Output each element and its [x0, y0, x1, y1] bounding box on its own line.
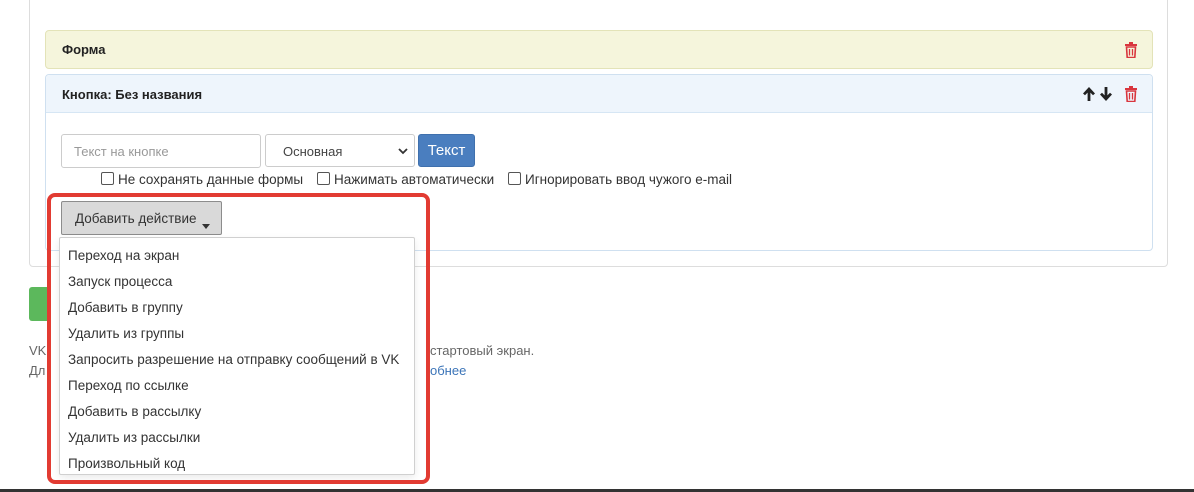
form-panel: Форма — [45, 30, 1153, 69]
button-style-select[interactable]: Основная — [265, 134, 415, 167]
checkbox-ignore-foreign-email[interactable]: Игнорировать ввод чужого e-mail — [508, 172, 732, 187]
add-action-menu: Переход на экран Запуск процесса Добавит… — [59, 237, 415, 475]
form-panel-title: Форма — [62, 42, 106, 57]
checkbox-box[interactable] — [508, 172, 521, 185]
menu-item-remove-from-group[interactable]: Удалить из группы — [68, 326, 184, 346]
help-text-line-1-start: VK — [29, 343, 47, 358]
menu-item-add-to-group[interactable]: Добавить в группу — [68, 300, 183, 320]
add-action-label: Добавить действие — [75, 211, 197, 226]
checkbox-auto-click[interactable]: Нажимать автоматически — [317, 172, 494, 187]
trash-icon[interactable] — [1124, 86, 1138, 103]
help-text-line-1-end: стартовый экран. — [430, 343, 535, 358]
menu-item-go-to-screen[interactable]: Переход на экран — [68, 248, 179, 268]
arrow-down-icon[interactable] — [1099, 86, 1113, 102]
menu-item-start-process[interactable]: Запуск процесса — [68, 274, 172, 294]
menu-item-add-to-mailing[interactable]: Добавить в рассылку — [68, 404, 201, 424]
menu-item-follow-link[interactable]: Переход по ссылке — [68, 378, 189, 398]
button-text-input[interactable] — [61, 134, 261, 168]
checkbox-label: Игнорировать ввод чужого e-mail — [525, 172, 733, 187]
checkbox-dont-save-form-data[interactable]: Не сохранять данные формы — [101, 172, 303, 187]
checkbox-label: Не сохранять данные формы — [118, 172, 304, 187]
arrow-up-icon[interactable] — [1082, 86, 1096, 102]
trash-icon[interactable] — [1124, 42, 1138, 59]
menu-item-remove-from-mailing[interactable]: Удалить из рассылки — [68, 430, 200, 450]
help-text-line-2-start: Дл — [29, 363, 46, 378]
menu-item-custom-code[interactable]: Произвольный код — [68, 456, 185, 476]
add-action-button[interactable]: Добавить действие — [61, 201, 222, 235]
more-info-link[interactable]: обнее — [430, 363, 466, 378]
reorder-controls — [1082, 86, 1116, 102]
checkbox-label: Нажимать автоматически — [334, 172, 495, 187]
checkbox-box[interactable] — [101, 172, 114, 185]
caret-down-icon — [202, 217, 210, 229]
checkbox-box[interactable] — [317, 172, 330, 185]
button-panel-title: Кнопка: Без названия — [62, 87, 203, 102]
menu-item-request-vk-messages[interactable]: Запросить разрешение на отправку сообщен… — [68, 352, 399, 372]
text-button[interactable]: Текст — [418, 134, 475, 167]
button-style-select-value: Основная — [283, 144, 343, 159]
chevron-down-icon — [397, 145, 409, 157]
save-button[interactable] — [29, 287, 47, 321]
button-panel-header: Кнопка: Без названия — [46, 75, 1152, 113]
